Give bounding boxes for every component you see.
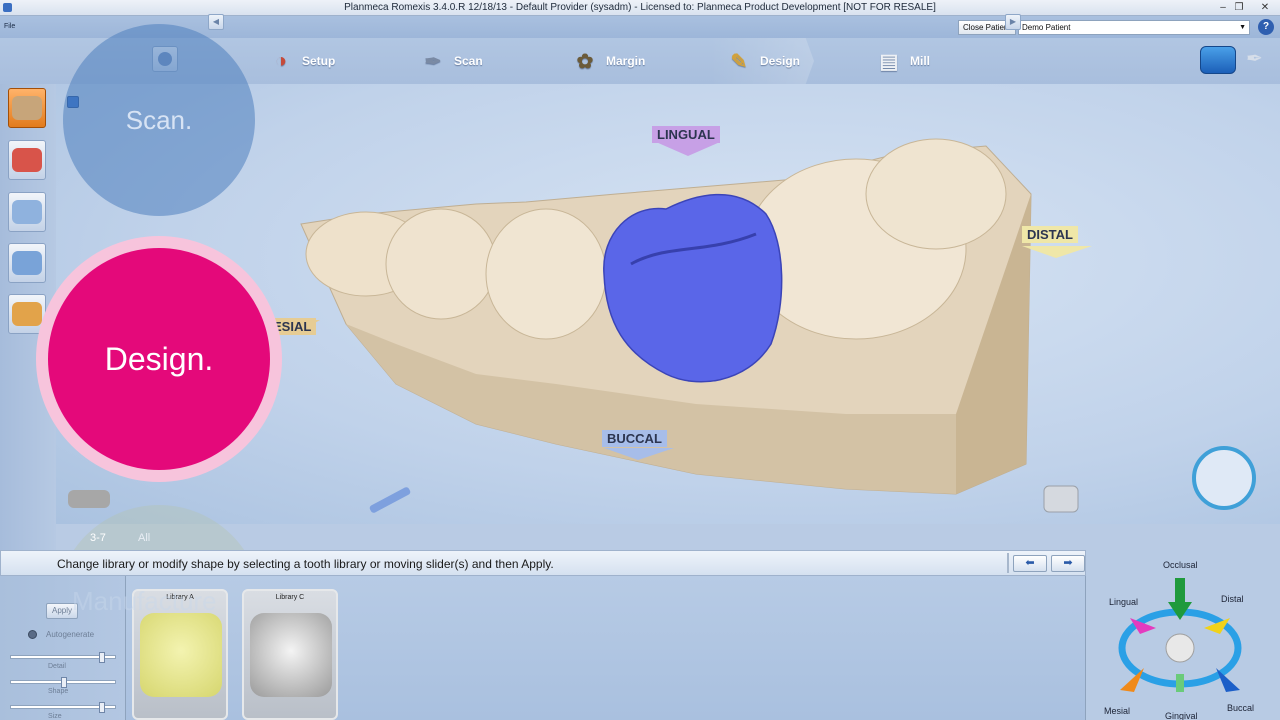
undo-button[interactable]: ⬅ <box>1013 555 1047 572</box>
camera-view-icon <box>1043 485 1079 513</box>
autogenerate-radio[interactable] <box>28 630 37 639</box>
tooth-3 <box>485 208 607 340</box>
mill-icon: ▤ <box>879 50 899 73</box>
step-setup[interactable]: ◑ Setup <box>268 48 335 74</box>
gingival-label[interactable]: Gingival <box>1165 711 1198 720</box>
tool-sculpt[interactable] <box>8 192 46 232</box>
step-setup-label: Setup <box>302 54 336 68</box>
hint-text: Change library or modify shape by select… <box>57 557 554 571</box>
distal-view-label[interactable]: Distal <box>1221 594 1244 604</box>
tooth-thumbnail-icon <box>140 613 222 697</box>
step-margin-label: Margin <box>606 54 646 68</box>
autogenerate-label: Autogenerate <box>46 630 95 639</box>
teeth-model-icon <box>12 96 42 120</box>
library-card-c[interactable]: Library C <box>242 589 338 720</box>
shape-slider-knob[interactable] <box>61 677 67 688</box>
tab-tooth-3-7[interactable]: 3-7 <box>80 528 116 548</box>
model-thumbnail-icon <box>68 490 110 508</box>
tooth-thumbnail-icon <box>250 613 332 697</box>
mesial-view-label[interactable]: Mesial <box>1104 706 1130 716</box>
orientation-ring <box>1118 578 1242 692</box>
patient-select-value: Demo Patient <box>1022 23 1071 32</box>
close-button[interactable]: ✕ <box>1254 1 1276 14</box>
patient-select[interactable]: Demo Patient ▼ <box>1018 20 1250 35</box>
maximize-button[interactable]: ❐ <box>1232 1 1246 14</box>
library-name: Library C <box>275 594 305 601</box>
tool-model-view[interactable] <box>8 88 46 128</box>
size-slider[interactable] <box>10 702 116 713</box>
occlusal-label[interactable]: Occlusal <box>1163 560 1198 570</box>
buccal-label: BUCCAL <box>602 430 667 447</box>
step-mill-label: Mill <box>910 54 930 68</box>
contacts-icon <box>12 251 42 275</box>
hint-bar: Change library or modify shape by select… <box>0 550 1086 576</box>
design-overlay: Design. <box>36 236 282 482</box>
design-overlay-label: Design. <box>48 248 270 470</box>
distal-label: DISTAL <box>1022 226 1078 243</box>
tab-all[interactable]: All <box>128 528 160 548</box>
tool-contacts[interactable] <box>8 243 46 283</box>
title-bar: Planmeca Romexis 3.4.0.R 12/18/13 - Defa… <box>0 0 1280 16</box>
redo-button[interactable]: ➡ <box>1051 555 1085 572</box>
manufacture-overlay-label: Manufacture <box>72 586 217 616</box>
step-scan-label: Scan <box>454 54 483 68</box>
next-step-button[interactable]: ▶ <box>1005 14 1021 30</box>
shape-slider[interactable] <box>10 677 116 688</box>
window-title: Planmeca Romexis 3.4.0.R 12/18/13 - Defa… <box>344 2 936 13</box>
tooth-tabs: 3-7 All <box>56 526 1086 550</box>
setup-icon: ◑ <box>274 49 288 72</box>
minimize-button[interactable]: – <box>1216 1 1230 14</box>
step-design[interactable]: ✎ Design <box>726 48 800 74</box>
rotate-view-icon <box>1192 446 1256 510</box>
bite-icon <box>12 148 42 172</box>
step-margin[interactable]: ✿ Margin <box>572 48 646 74</box>
size-slider-label: Size <box>48 713 62 720</box>
tooth-5 <box>865 138 1007 250</box>
detail-slider[interactable] <box>10 652 116 663</box>
detail-slider-knob[interactable] <box>99 652 105 663</box>
step-mill[interactable]: ▤ Mill <box>876 48 930 74</box>
sculpt-icon <box>12 200 42 224</box>
step-scan[interactable]: ✒ Scan <box>420 48 483 74</box>
buccal-view-label[interactable]: Buccal <box>1227 703 1254 713</box>
shape-slider-label: Shape <box>48 688 69 695</box>
scan-overlay: Scan. <box>63 24 255 216</box>
hint-divider <box>1007 553 1009 573</box>
margin-ring-icon: ✿ <box>576 50 594 73</box>
help-icon[interactable]: ? <box>1258 19 1274 35</box>
distal-marker <box>1022 246 1092 258</box>
pen-icon: ✎ <box>730 50 748 73</box>
lingual-label: LINGUAL <box>652 126 720 143</box>
menu-file[interactable]: File <box>4 23 15 30</box>
scan-wand-icon: ✒ <box>424 50 442 73</box>
lingual-view-label[interactable]: Lingual <box>1109 597 1138 607</box>
detail-slider-label: Detail <box>48 663 66 670</box>
tool-bite-view[interactable] <box>8 140 46 180</box>
prev-step-button[interactable]: ◀ <box>208 14 224 30</box>
step-design-label: Design <box>760 54 801 68</box>
pen-tool-icon <box>369 487 411 513</box>
scanner-wand-icon[interactable]: ✒ <box>1246 46 1268 76</box>
orientation-widget: Occlusal Lingual Distal Mesial Gingival … <box>1086 550 1280 720</box>
section-icon <box>12 302 42 326</box>
scanner-device-icon[interactable] <box>1200 46 1236 74</box>
chevron-down-icon: ▼ <box>1239 24 1246 31</box>
tooth-2 <box>385 208 497 320</box>
lingual-marker <box>656 142 720 156</box>
size-slider-knob[interactable] <box>99 702 105 713</box>
